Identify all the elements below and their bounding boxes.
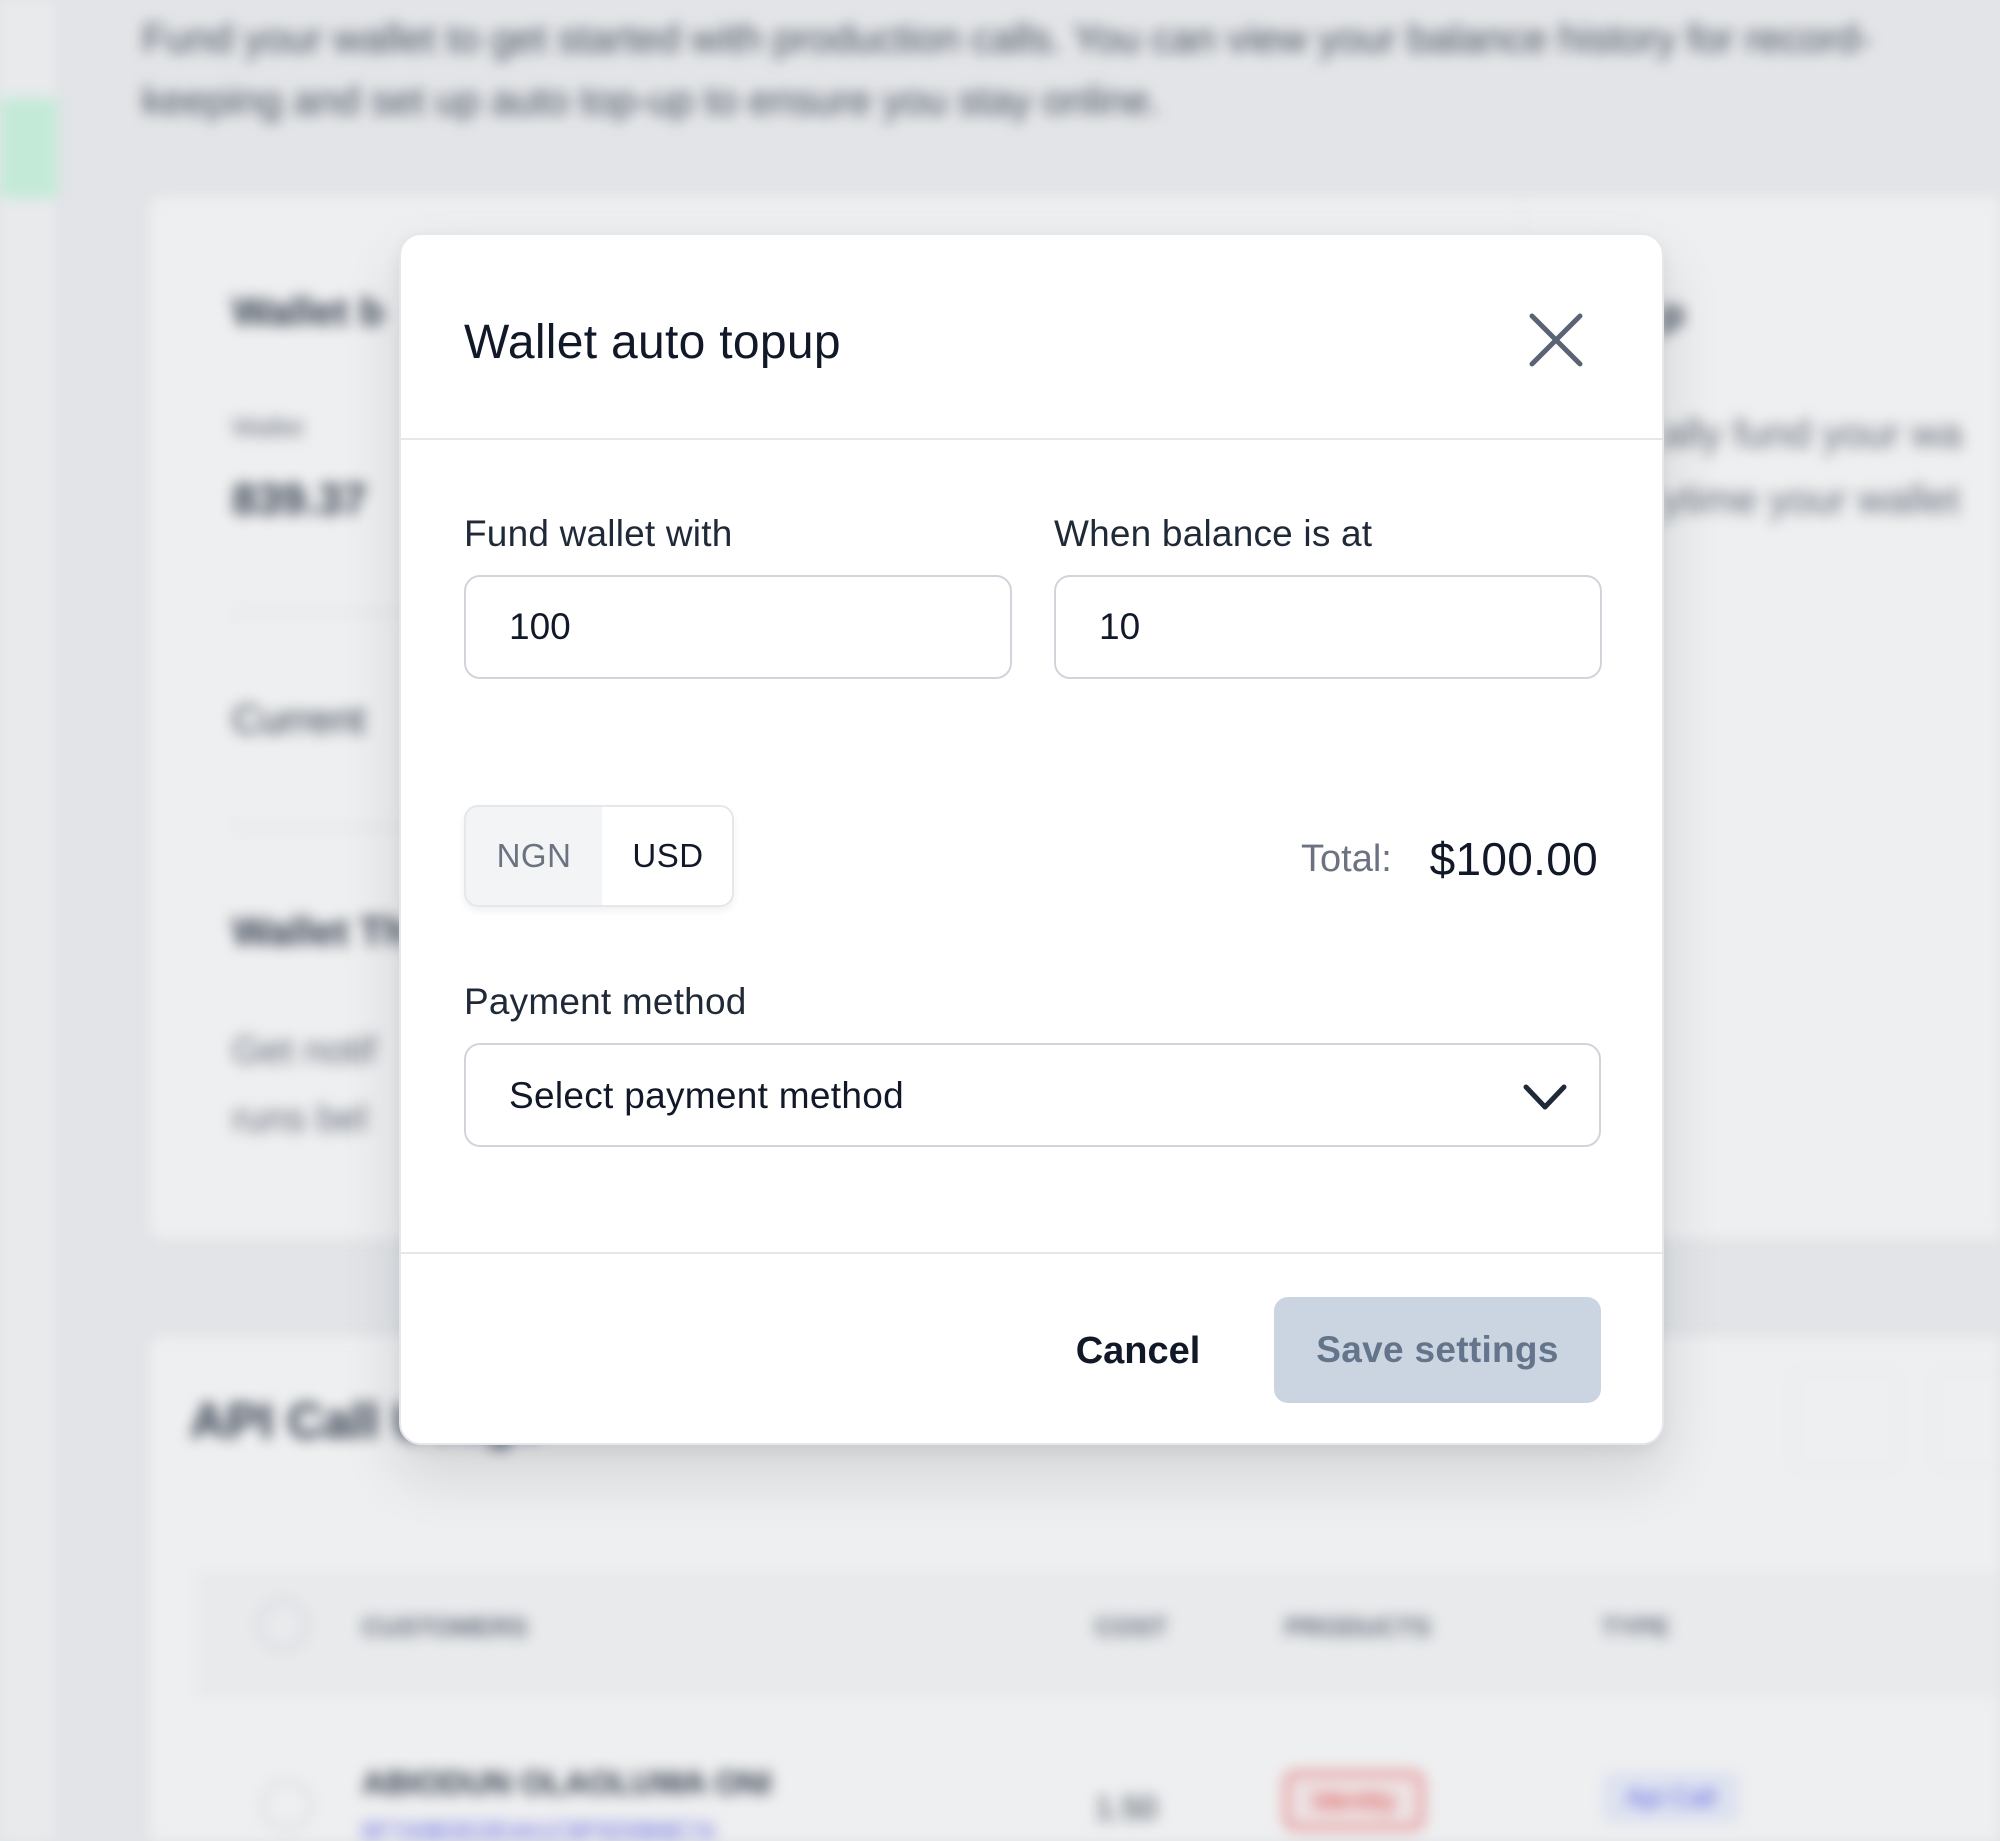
modal-header: Wallet auto topup	[401, 235, 1662, 440]
threshold-label: When balance is at	[1054, 513, 1373, 554]
cancel-button[interactable]: Cancel	[1038, 1299, 1238, 1403]
close-button[interactable]	[1516, 300, 1596, 380]
currency-option-ngn[interactable]: NGN	[466, 807, 602, 905]
close-icon	[1529, 313, 1583, 367]
save-settings-button[interactable]: Save settings	[1274, 1297, 1601, 1403]
total-value: $100.00	[1429, 833, 1598, 885]
fund-amount-input[interactable]	[464, 575, 1012, 679]
currency-option-usd[interactable]: USD	[602, 807, 732, 905]
total-label: Total:	[1301, 838, 1392, 880]
modal-title: Wallet auto topup	[464, 316, 841, 369]
chevron-down-icon	[1523, 1084, 1567, 1110]
fund-wallet-label: Fund wallet with	[464, 513, 733, 554]
currency-toggle: NGN USD	[464, 805, 734, 907]
payment-method-placeholder: Select payment method	[509, 1075, 905, 1116]
wallet-auto-topup-modal: Wallet auto topup Fund wallet with When …	[399, 233, 1664, 1445]
payment-method-select[interactable]: Select payment method	[464, 1043, 1601, 1147]
payment-method-label: Payment method	[464, 981, 747, 1022]
threshold-input[interactable]	[1054, 575, 1602, 679]
modal-footer: Cancel Save settings	[401, 1252, 1662, 1445]
